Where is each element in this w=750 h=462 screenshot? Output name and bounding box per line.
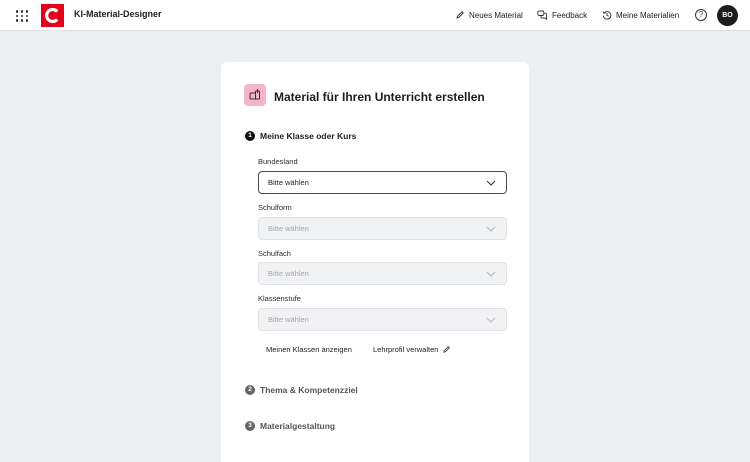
pencil-icon (456, 11, 464, 19)
schulform-value: Bitte wählen (268, 224, 309, 233)
history-icon (602, 11, 612, 20)
step-2-header[interactable]: 2 Thema & Kompetenzziel (245, 385, 358, 395)
app-title: KI-Material-Designer (74, 9, 162, 19)
chat-bubbles-icon (537, 10, 547, 20)
my-materials-button[interactable]: Meine Materialien (602, 10, 679, 20)
step-2-label: Thema & Kompetenzziel (260, 385, 358, 395)
bundesland-value: Bitte wählen (268, 178, 309, 187)
bundesland-select[interactable]: Bitte wählen (258, 171, 507, 194)
step-2-number: 2 (245, 385, 255, 395)
chevron-down-icon (486, 317, 496, 323)
schulfach-label: Schulfach (258, 249, 291, 258)
step-3-label: Materialgestaltung (260, 421, 336, 431)
feedback-button[interactable]: Feedback (537, 10, 587, 20)
step-1-header: 1 Meine Klasse oder Kurs (245, 131, 356, 141)
create-material-card: Material für Ihren Unterricht erstellen … (221, 62, 529, 462)
feedback-label: Feedback (552, 10, 588, 20)
chevron-down-icon (486, 271, 496, 277)
step-3-header[interactable]: 3 Materialgestaltung (245, 421, 335, 431)
klassenstufe-label: Klassenstufe (258, 294, 301, 303)
help-icon[interactable]: ? (695, 9, 707, 21)
apps-grid-icon[interactable] (14, 8, 30, 24)
my-materials-label: Meine Materialien (616, 10, 680, 20)
pencil-icon (443, 346, 451, 353)
step-1-number: 1 (245, 131, 255, 141)
schulform-select: Bitte wählen (258, 217, 507, 240)
brand-logo[interactable] (41, 4, 64, 27)
new-material-button[interactable]: Neues Material (455, 10, 523, 20)
klassenstufe-select: Bitte wählen (258, 308, 507, 331)
material-icon (244, 84, 266, 106)
user-avatar[interactable]: BO (717, 5, 738, 26)
schulfach-select: Bitte wählen (258, 262, 507, 285)
step-1-label: Meine Klasse oder Kurs (260, 131, 357, 141)
show-classes-link[interactable]: Meinen Klassen anzeigen (266, 345, 352, 354)
chevron-down-icon (486, 180, 496, 186)
manage-profile-label: Lehrprofil verwalten (373, 345, 439, 354)
step-3-number: 3 (245, 421, 255, 431)
bundesland-label: Bundesland (258, 157, 298, 166)
page-title: Material für Ihren Unterricht erstellen (274, 90, 485, 104)
schulform-label: Schulform (258, 203, 292, 212)
show-classes-label: Meinen Klassen anzeigen (266, 345, 352, 354)
manage-profile-link[interactable]: Lehrprofil verwalten (373, 345, 451, 354)
chevron-down-icon (486, 226, 496, 232)
top-bar: KI-Material-Designer Neues Material Feed… (0, 0, 750, 31)
schulfach-value: Bitte wählen (268, 269, 309, 278)
new-material-label: Neues Material (469, 10, 523, 20)
klassenstufe-value: Bitte wählen (268, 315, 309, 324)
brand-logo-icon (45, 7, 59, 24)
